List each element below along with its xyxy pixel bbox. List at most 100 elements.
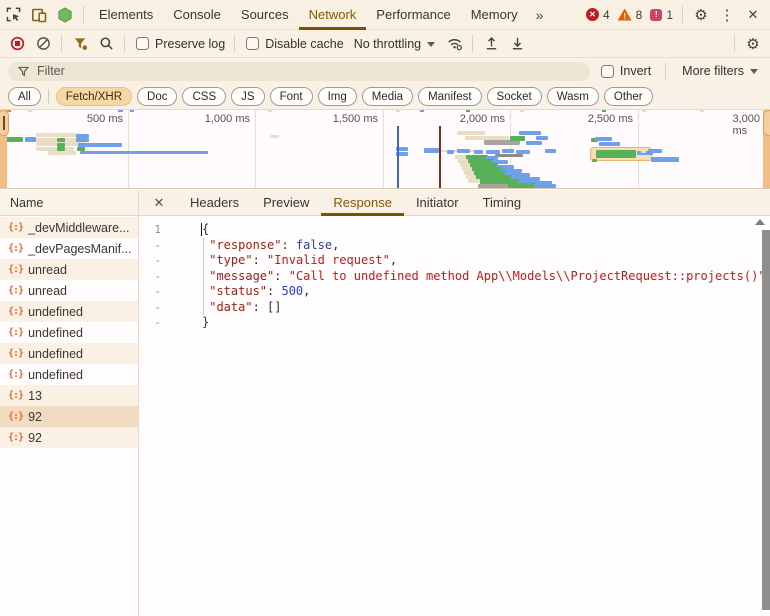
scroll-up-arrow-icon[interactable] bbox=[755, 219, 765, 225]
request-row[interactable]: {:}undefined bbox=[0, 301, 138, 322]
main-tabs: ElementsConsoleSourcesNetworkPerformance… bbox=[89, 0, 528, 29]
detail-tab-initiator[interactable]: Initiator bbox=[404, 190, 471, 216]
tab-network[interactable]: Network bbox=[299, 0, 367, 30]
request-name: _devMiddleware... bbox=[28, 221, 129, 235]
import-har-icon[interactable] bbox=[478, 31, 504, 57]
waterfall-bar bbox=[502, 149, 514, 153]
waterfall-bar bbox=[534, 184, 556, 188]
chip-all[interactable]: All bbox=[8, 87, 41, 106]
overview-top-tick bbox=[396, 110, 400, 112]
chip-js[interactable]: JS bbox=[231, 87, 264, 106]
inspect-element-icon[interactable] bbox=[0, 2, 26, 28]
json-braces-icon: {:} bbox=[8, 222, 23, 233]
overview-left-knob[interactable] bbox=[0, 110, 9, 136]
chip-img[interactable]: Img bbox=[318, 87, 357, 106]
tab-sources[interactable]: Sources bbox=[231, 0, 299, 30]
divider bbox=[665, 63, 666, 80]
waterfall-bar bbox=[424, 148, 439, 153]
waterfall-bar bbox=[545, 149, 556, 153]
error-badge-icon[interactable]: ✕ bbox=[586, 8, 599, 21]
request-name: undefined bbox=[28, 305, 83, 319]
code-text: { bbox=[202, 222, 209, 238]
tab-console[interactable]: Console bbox=[163, 0, 231, 30]
extension-hexagon-icon[interactable] bbox=[52, 2, 78, 28]
chip-fetch-xhr[interactable]: Fetch/XHR bbox=[56, 87, 132, 106]
device-toolbar-icon[interactable] bbox=[26, 2, 52, 28]
close-devtools-icon[interactable]: ✕ bbox=[740, 2, 766, 28]
more-filters-dropdown[interactable]: More filters bbox=[676, 64, 764, 78]
overview-right-knob[interactable] bbox=[763, 110, 770, 136]
request-row[interactable]: {:}unread bbox=[0, 259, 138, 280]
chip-socket[interactable]: Socket bbox=[487, 87, 542, 106]
chip-media[interactable]: Media bbox=[362, 87, 413, 106]
waterfall-bar bbox=[457, 149, 470, 153]
disable-cache-label: Disable cache bbox=[265, 37, 344, 51]
waterfall-bar bbox=[478, 184, 508, 188]
clear-network-log-icon[interactable] bbox=[30, 31, 56, 57]
request-name: unread bbox=[28, 284, 67, 298]
more-tabs-icon[interactable]: » bbox=[528, 7, 552, 23]
code-line: - "type": "Invalid request", bbox=[139, 253, 770, 269]
chip-css[interactable]: CSS bbox=[182, 87, 226, 106]
tab-elements[interactable]: Elements bbox=[89, 0, 163, 30]
preserve-log-checkbox[interactable] bbox=[136, 37, 149, 50]
request-name: 92 bbox=[28, 431, 42, 445]
waterfall-bar bbox=[508, 183, 536, 189]
response-panel: 1{- "response": false,- "type": "Invalid… bbox=[139, 217, 770, 616]
code-text: } bbox=[202, 315, 209, 331]
warning-badge-icon[interactable]: ! bbox=[618, 9, 632, 21]
request-row[interactable]: {:}undefined bbox=[0, 322, 138, 343]
network-overview[interactable]: 500 ms1,000 ms1,500 ms2,000 ms2,500 ms3,… bbox=[0, 110, 770, 189]
detail-tabs: ✕ HeadersPreviewResponseInitiatorTiming bbox=[138, 190, 770, 215]
close-details-icon[interactable]: ✕ bbox=[146, 195, 172, 211]
chip-doc[interactable]: Doc bbox=[137, 87, 177, 106]
record-network-log-icon[interactable] bbox=[4, 31, 30, 57]
request-row[interactable]: {:}92 bbox=[0, 406, 138, 427]
overview-top-tick bbox=[700, 110, 704, 112]
line-number: - bbox=[139, 315, 161, 331]
request-name: undefined bbox=[28, 347, 83, 361]
tab-performance[interactable]: Performance bbox=[366, 0, 460, 30]
request-row[interactable]: {:}undefined bbox=[0, 343, 138, 364]
tab-memory[interactable]: Memory bbox=[461, 0, 528, 30]
request-list: {:} _devMiddleware... {:}_devPagesManif...… bbox=[0, 217, 138, 616]
network-toolbar: Preserve log Disable cache No throttling bbox=[0, 30, 770, 58]
export-har-icon[interactable] bbox=[504, 31, 530, 57]
waterfall-bar bbox=[57, 147, 65, 151]
request-row[interactable]: {:}13 bbox=[0, 385, 138, 406]
waterfall-bar bbox=[648, 149, 662, 153]
overview-top-tick bbox=[28, 110, 32, 112]
chip-manifest[interactable]: Manifest bbox=[418, 87, 481, 106]
detail-tab-preview[interactable]: Preview bbox=[251, 190, 321, 216]
settings-gear-icon[interactable]: ⚙ bbox=[688, 2, 714, 28]
line-number: - bbox=[139, 300, 161, 316]
detail-tab-headers[interactable]: Headers bbox=[178, 190, 251, 216]
request-row[interactable]: {:}_devPagesManif... bbox=[0, 238, 138, 259]
network-settings-gear-icon[interactable]: ⚙ bbox=[740, 31, 766, 57]
request-row[interactable]: {:}92 bbox=[0, 427, 138, 448]
invert-checkbox[interactable] bbox=[601, 65, 614, 78]
line-number: - bbox=[139, 284, 161, 300]
vertical-scrollbar[interactable] bbox=[762, 230, 770, 610]
detail-tab-response[interactable]: Response bbox=[321, 190, 404, 216]
search-icon[interactable] bbox=[93, 31, 119, 57]
disable-cache-checkbox[interactable] bbox=[246, 37, 259, 50]
chip-wasm[interactable]: Wasm bbox=[547, 87, 599, 106]
kebab-menu-icon[interactable]: ⋮ bbox=[714, 2, 740, 28]
name-column-header[interactable]: Name bbox=[0, 190, 138, 215]
network-conditions-icon[interactable] bbox=[441, 31, 467, 57]
chip-other[interactable]: Other bbox=[604, 87, 653, 106]
waterfall-bar bbox=[519, 131, 541, 135]
chip-font[interactable]: Font bbox=[270, 87, 313, 106]
request-row[interactable]: {:}undefined bbox=[0, 364, 138, 385]
detail-tab-timing[interactable]: Timing bbox=[471, 190, 534, 216]
filter-funnel-small-icon bbox=[18, 66, 29, 77]
filter-funnel-icon[interactable] bbox=[67, 31, 93, 57]
overview-top-tick bbox=[130, 110, 134, 112]
issues-badge-icon[interactable]: ! bbox=[650, 9, 662, 21]
time-tick-label: 2,000 ms bbox=[460, 113, 510, 125]
request-row[interactable]: {:}unread bbox=[0, 280, 138, 301]
throttling-dropdown[interactable]: No throttling bbox=[348, 37, 441, 51]
filter-input[interactable]: Filter bbox=[8, 62, 590, 81]
request-row[interactable]: {:} _devMiddleware... bbox=[0, 217, 138, 238]
